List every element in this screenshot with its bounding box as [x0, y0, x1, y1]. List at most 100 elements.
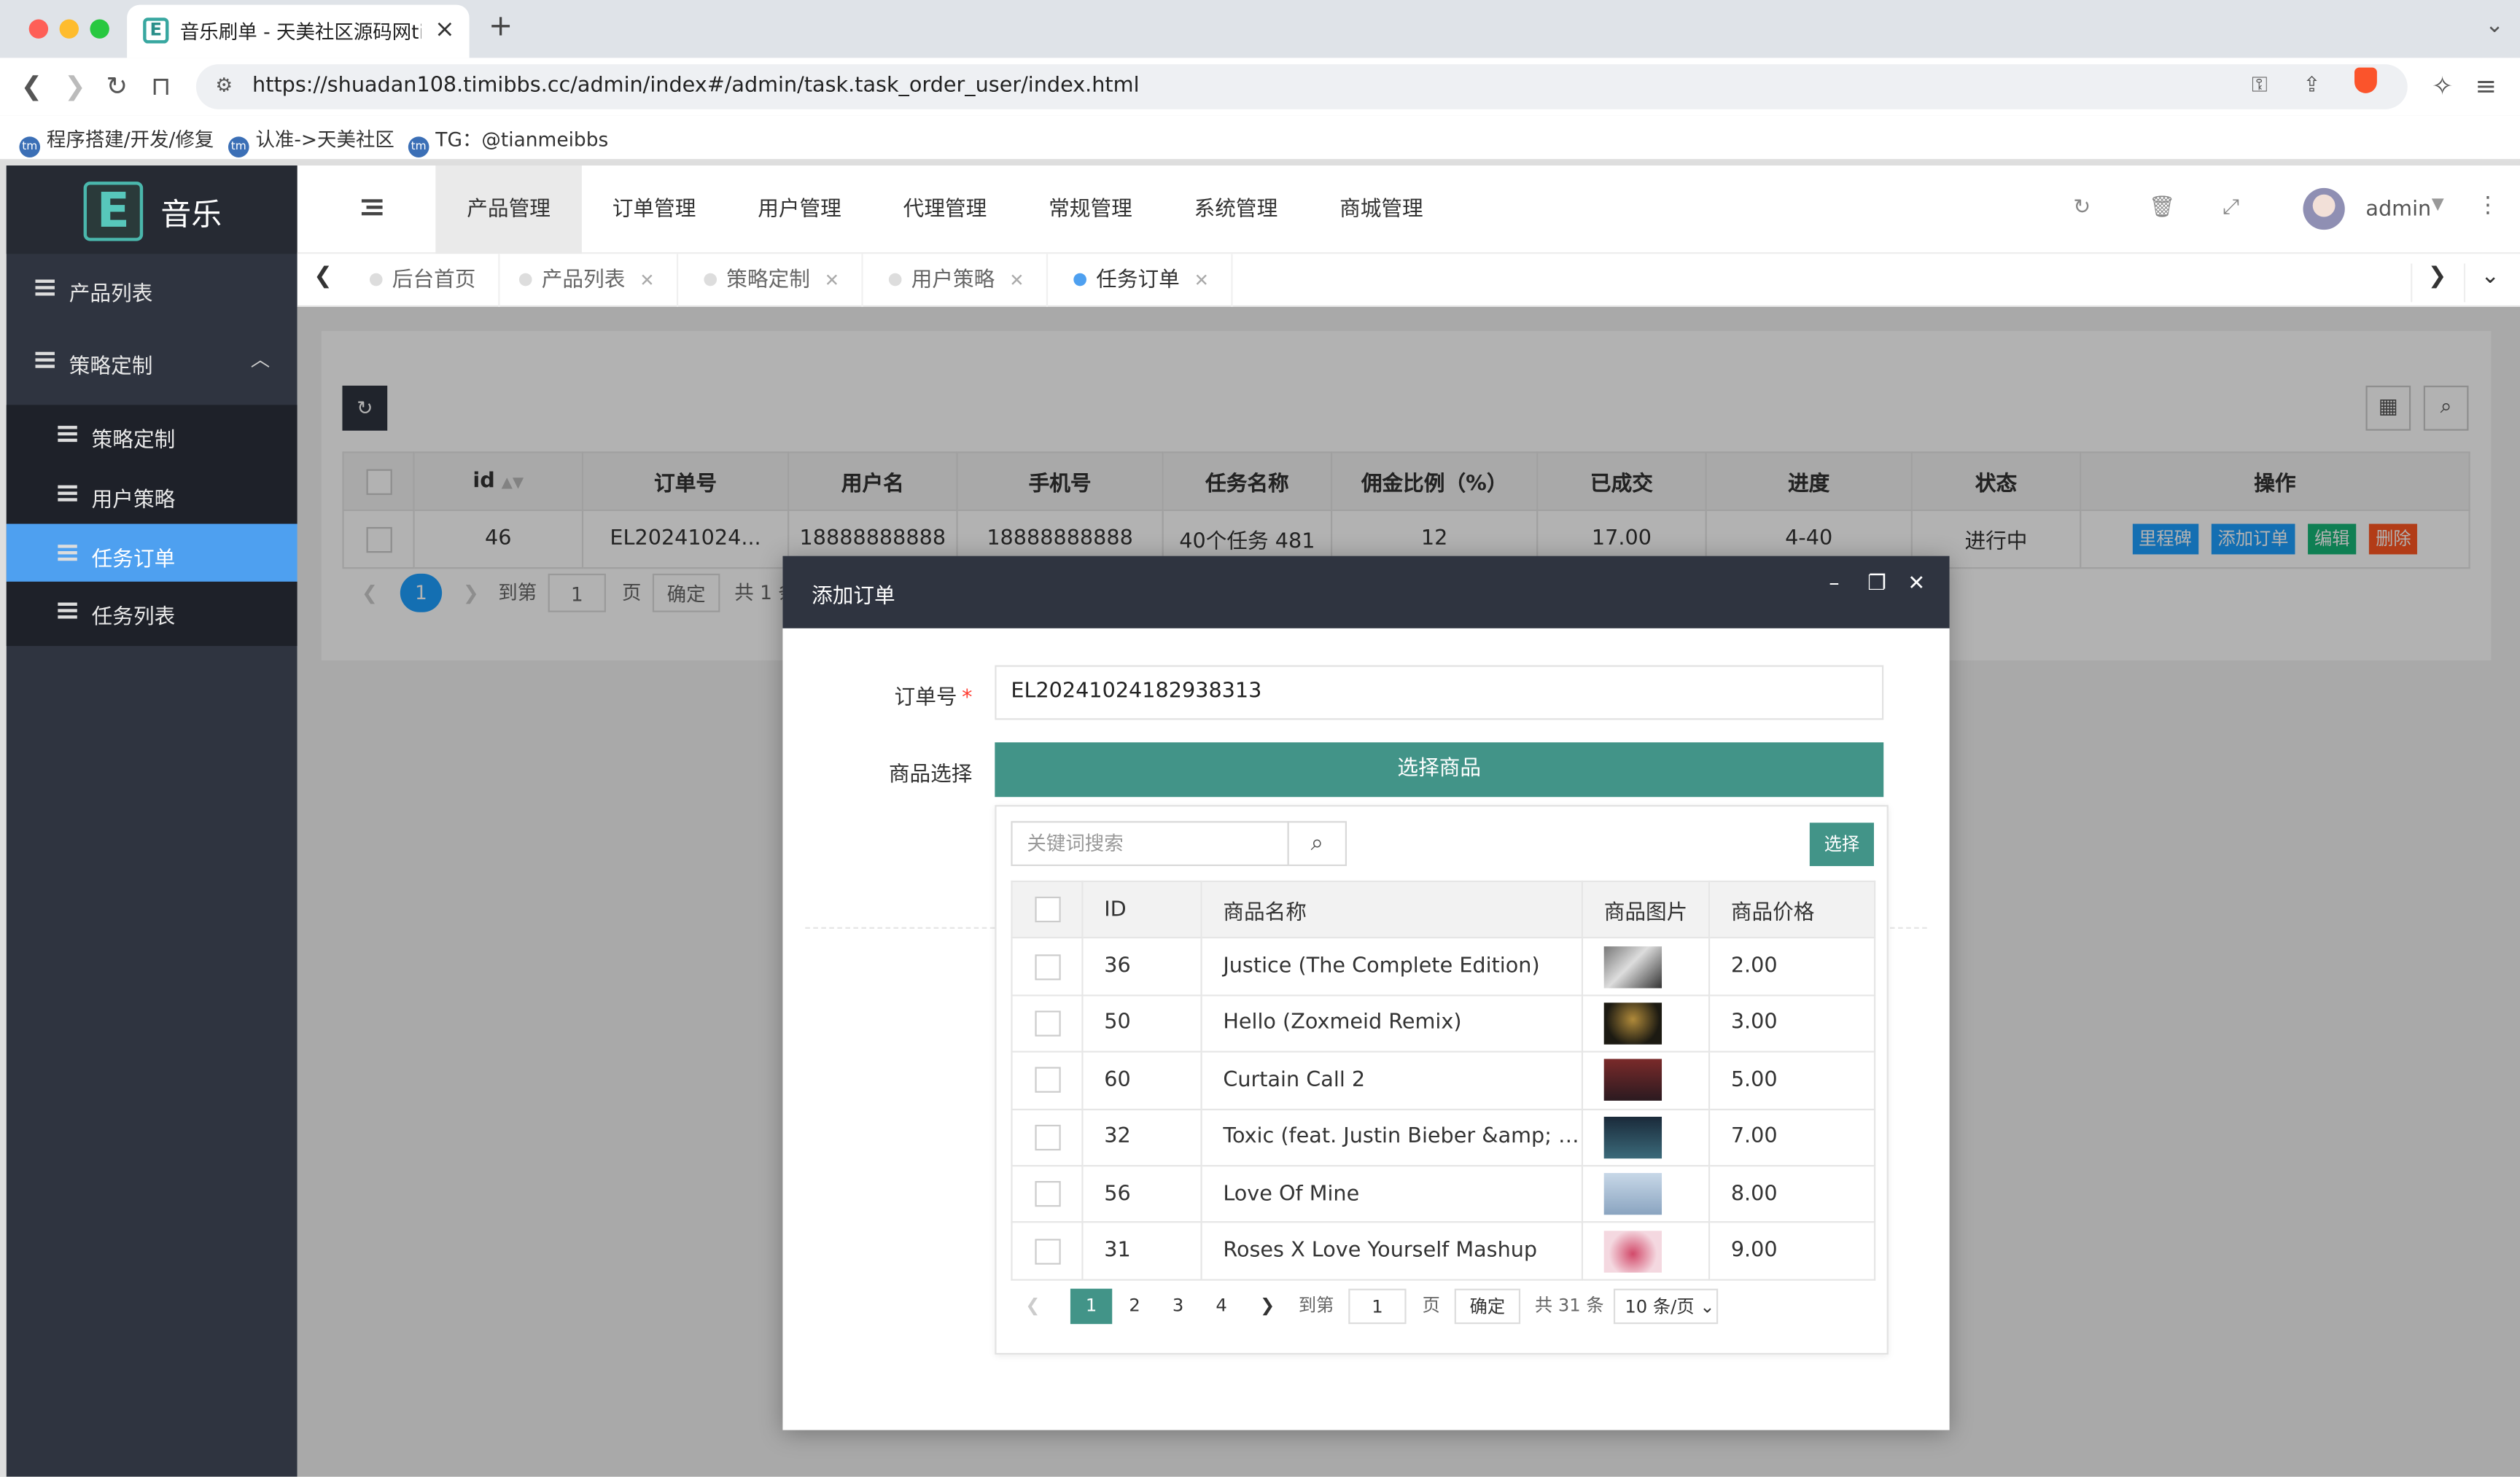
table-row[interactable]: 60 Curtain Call 2 5.00	[1011, 1051, 1876, 1110]
page-size-select[interactable]: 10 条/页 ⌄	[1613, 1288, 1719, 1325]
more-vertical-icon[interactable]: ⋮	[2477, 192, 2500, 218]
cell-name: Roses X Love Yourself Mashup	[1200, 1221, 1584, 1281]
forward-icon[interactable]: ❯	[64, 71, 86, 101]
tab-dot-icon	[369, 273, 383, 287]
sidebar-subitem-user-strategy[interactable]: 用户策略	[6, 464, 298, 524]
select-all-checkbox[interactable]	[1034, 897, 1060, 923]
browser-tabstrip: E 音乐刷单 - 天美社区源码网timibbs × + ⌄	[0, 0, 2520, 58]
cell-id: 36	[1081, 937, 1202, 997]
trash-icon[interactable]: 🗑	[2149, 196, 2175, 220]
choose-button[interactable]: 选择	[1809, 822, 1874, 867]
album-cover-image[interactable]	[1603, 1230, 1662, 1272]
tabs-scroll-right-icon[interactable]: ❯	[2411, 263, 2462, 303]
required-mark: *	[962, 686, 973, 711]
reload-icon[interactable]: ↻	[106, 71, 128, 101]
topnav-orders[interactable]: 订单管理	[582, 165, 726, 254]
collapse-menu-icon[interactable]	[361, 199, 383, 216]
next-page-icon[interactable]: ❯	[1260, 1289, 1275, 1324]
minimize-window-button[interactable]	[59, 19, 79, 39]
album-cover-image[interactable]	[1603, 946, 1662, 988]
back-icon[interactable]: ❮	[21, 71, 43, 101]
tab-list-chevron-icon[interactable]: ⌄	[2485, 13, 2504, 39]
caret-down-icon[interactable]: ▼	[2432, 196, 2444, 214]
url-text[interactable]: https://shuadan108.timibbs.cc/admin/inde…	[252, 74, 1140, 98]
page-tab-user-strategy[interactable]: 用户策略 ✕	[888, 254, 1049, 307]
column-header: 商品图片	[1581, 880, 1711, 940]
sidebar-subitem-task-list[interactable]: 任务列表	[6, 581, 298, 647]
avatar[interactable]	[2303, 187, 2345, 230]
fullscreen-icon[interactable]: ⤢	[2222, 196, 2239, 220]
table-row[interactable]: 56 Love Of Mine 8.00	[1011, 1164, 1876, 1224]
search-icon[interactable]: ⌕	[1287, 821, 1348, 867]
page-tab-task-orders[interactable]: 任务订单 ✕	[1073, 254, 1234, 307]
bookmark-icon[interactable]: ⊓	[151, 71, 171, 101]
close-tab-icon[interactable]: ✕	[1009, 270, 1024, 291]
bookmark-item[interactable]: tm TG：@tianmeibbs	[408, 125, 608, 158]
table-row[interactable]: 32 Toxic (feat. Justin Bieber &amp; Bl..…	[1011, 1107, 1876, 1167]
new-tab-icon[interactable]: +	[489, 9, 513, 43]
sidebar-subitem-strategy-custom[interactable]: 策略定制	[6, 405, 298, 464]
minimize-icon[interactable]: –	[1829, 572, 1839, 596]
row-checkbox[interactable]	[1034, 1124, 1060, 1150]
key-icon[interactable]: ⚿	[2252, 74, 2268, 98]
bookmark-favicon-icon: tm	[408, 136, 429, 158]
topnav-shop[interactable]: 商城管理	[1308, 165, 1455, 254]
fullscreen-window-button[interactable]	[90, 19, 109, 39]
row-checkbox[interactable]	[1034, 1067, 1060, 1094]
page-tab-product-list[interactable]: 产品列表 ✕	[518, 254, 679, 307]
site-settings-icon[interactable]: ⚙	[215, 74, 233, 96]
page-button[interactable]: 2	[1113, 1289, 1155, 1324]
row-checkbox[interactable]	[1034, 1238, 1060, 1264]
album-cover-image[interactable]	[1603, 1002, 1662, 1045]
leo-ai-icon[interactable]: ✧	[2432, 71, 2454, 101]
tabs-menu-chevron-icon[interactable]: ⌄	[2463, 263, 2516, 303]
album-cover-image[interactable]	[1603, 1116, 1662, 1158]
page-tab-home[interactable]: 后台首页	[369, 254, 500, 307]
bookmark-item[interactable]: tm 程序搭建/开发/修复	[19, 125, 214, 158]
tabs-scroll-left-icon[interactable]: ❮	[298, 263, 349, 302]
close-tab-icon[interactable]: ✕	[825, 270, 839, 291]
maximize-icon[interactable]: ❐	[1867, 572, 1886, 596]
table-row[interactable]: 36 Justice (The Complete Edition) 2.00	[1011, 937, 1876, 997]
goto-page-input[interactable]: 1	[1348, 1288, 1407, 1325]
refresh-icon[interactable]: ↻	[2073, 196, 2091, 220]
topnav-product[interactable]: 产品管理	[435, 165, 582, 254]
sidebar-subitem-task-orders[interactable]: 任务订单	[6, 523, 298, 582]
album-cover-image[interactable]	[1603, 1059, 1662, 1102]
sidebar-item-strategy[interactable]: 策略定制 ︿	[7, 326, 298, 398]
keyword-search-input[interactable]	[1011, 821, 1289, 867]
bookmark-item[interactable]: tm 认准->天美社区	[228, 125, 394, 158]
page-tab-strategy[interactable]: 策略定制 ✕	[704, 254, 864, 307]
browser-tab[interactable]: E 音乐刷单 - 天美社区源码网timibbs ×	[127, 4, 470, 58]
table-row[interactable]: 50 Hello (Zoxmeid Remix) 3.00	[1011, 994, 1876, 1053]
close-icon[interactable]: ✕	[1908, 572, 1925, 596]
topnav-system[interactable]: 系统管理	[1164, 165, 1308, 254]
address-bar[interactable]: ⚙ https://shuadan108.timibbs.cc/admin/in…	[195, 64, 2408, 109]
page-button[interactable]: 3	[1157, 1289, 1199, 1324]
select-goods-button[interactable]: 选择商品	[995, 742, 1884, 798]
browser-menu-icon[interactable]: ≡	[2475, 71, 2497, 101]
goto-confirm-button[interactable]: 确定	[1454, 1288, 1521, 1325]
page-button-current[interactable]: 1	[1070, 1288, 1113, 1325]
prev-page-icon[interactable]: ❮	[1025, 1289, 1040, 1324]
album-cover-image[interactable]	[1603, 1173, 1662, 1215]
page-button[interactable]: 4	[1200, 1289, 1242, 1324]
topnav-agents[interactable]: 代理管理	[873, 165, 1017, 254]
share-icon[interactable]: ⇪	[2303, 74, 2320, 98]
order-no-input[interactable]: EL20241024182938313	[995, 665, 1884, 720]
table-header-row: ID 商品名称 商品图片 商品价格	[1011, 880, 1876, 940]
table-row[interactable]: 31 Roses X Love Yourself Mashup 9.00	[1011, 1221, 1876, 1281]
close-tab-icon[interactable]: ✕	[639, 270, 654, 291]
admin-username[interactable]: admin	[2365, 198, 2431, 222]
topnav-users[interactable]: 用户管理	[726, 165, 873, 254]
brave-shield-icon[interactable]	[2354, 67, 2377, 93]
row-checkbox[interactable]	[1034, 954, 1060, 980]
row-select-cell	[1011, 1221, 1084, 1281]
topnav-general[interactable]: 常规管理	[1017, 165, 1164, 254]
close-tab-icon[interactable]: ×	[435, 15, 455, 44]
sidebar-item-product-list[interactable]: 产品列表	[7, 254, 298, 326]
row-checkbox[interactable]	[1034, 1010, 1060, 1037]
close-window-button[interactable]	[28, 19, 49, 39]
close-tab-icon[interactable]: ✕	[1194, 270, 1209, 291]
row-checkbox[interactable]	[1034, 1181, 1060, 1207]
